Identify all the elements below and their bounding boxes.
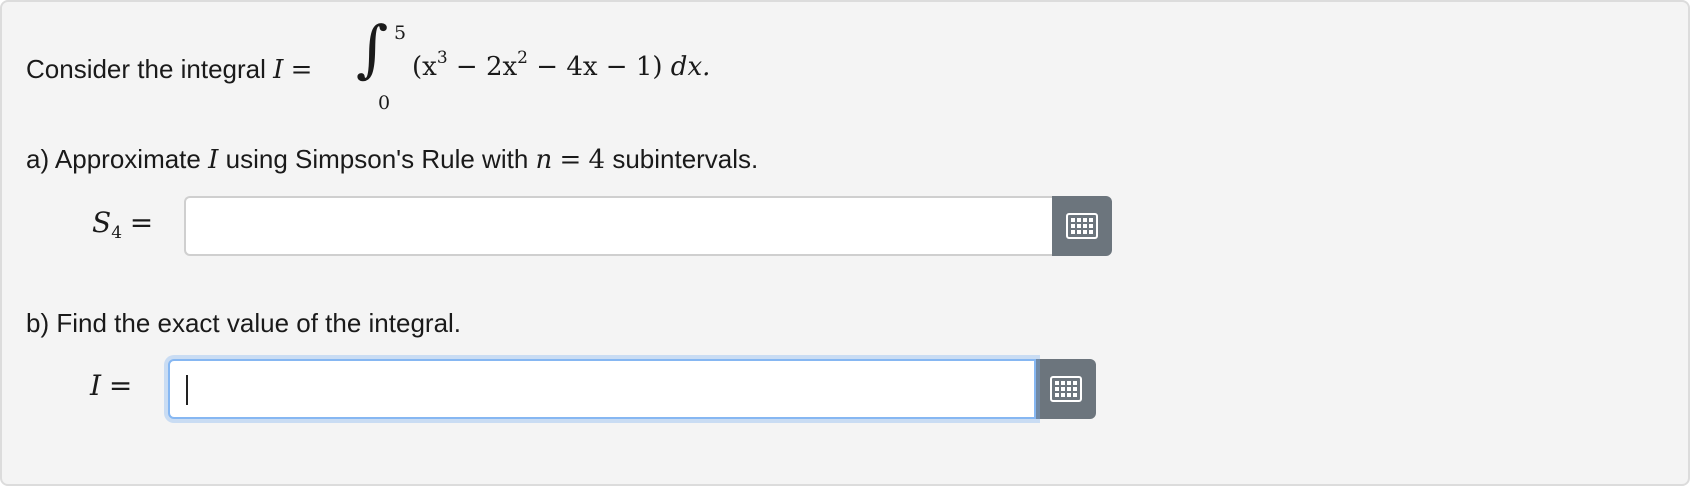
answer-b-group (168, 359, 1096, 419)
question-card: Consider the integral I = ∫ 5 0 (x3 − 2x… (0, 0, 1690, 486)
n-variable: n (535, 145, 553, 175)
answer-a-var: S (92, 206, 112, 239)
part-b-prompt: b) Find the exact value of the integral. (26, 308, 462, 338)
differential: dx. (662, 52, 711, 82)
text-caret (186, 375, 188, 405)
part-a-middle: using Simpson's Rule with (225, 144, 529, 174)
intro-text: Consider the integral (26, 54, 266, 84)
answer-a-keypad-button[interactable] (1052, 196, 1112, 256)
n-value: 4 (588, 145, 606, 175)
answer-b-input[interactable] (168, 359, 1036, 419)
answer-a-group (184, 196, 1112, 256)
question-intro: Consider the integral I = (26, 54, 312, 85)
n-equals: = (559, 145, 582, 175)
integral-sign-icon: ∫ (356, 12, 389, 85)
keypad-icon (1066, 213, 1098, 239)
integral-variable: I (273, 55, 284, 85)
exponent-2: 2 (517, 48, 528, 68)
equals-sign: = (290, 55, 313, 85)
integrand-rest: − 4x − 1) (528, 52, 663, 82)
answer-a-subscript: 4 (111, 223, 123, 243)
integral-upper-limit: 5 (394, 22, 407, 44)
part-a-suffix: subintervals. (612, 144, 759, 174)
integrand-minus-2x: − 2x (447, 52, 518, 82)
integral-lower-limit: 0 (378, 92, 391, 114)
integrand: (x3 − 2x2 − 4x − 1) dx. (412, 50, 711, 83)
answer-b-label: I = (90, 369, 132, 402)
answer-b-equals: = (108, 369, 133, 402)
exponent-3: 3 (436, 48, 448, 68)
keypad-icon (1050, 376, 1082, 402)
part-a-prompt: a) Approximate I using Simpson's Rule wi… (26, 144, 758, 175)
answer-a-equals: = (129, 206, 154, 239)
answer-a-input[interactable] (184, 196, 1052, 256)
answer-b-keypad-button[interactable] (1036, 359, 1096, 419)
part-a-prefix: a) Approximate (26, 144, 201, 174)
integrand-open: (x (412, 52, 437, 82)
answer-b-var: I (90, 369, 102, 402)
part-a-variable: I (208, 145, 219, 175)
integral-expression: ∫ 5 0 (x3 − 2x2 − 4x − 1) dx. (356, 18, 716, 115)
answer-a-label: S4 = (92, 206, 154, 242)
